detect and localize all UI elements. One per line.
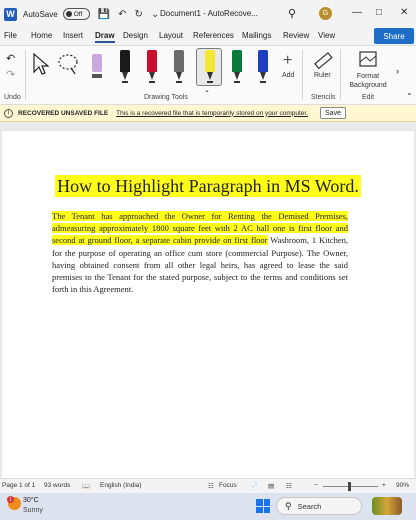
undo-icon[interactable]: ↶: [118, 9, 126, 20]
save-icon[interactable]: 💾: [98, 9, 110, 20]
redo-ribbon-icon[interactable]: ↷: [6, 68, 15, 81]
select-cursor-icon[interactable]: [31, 52, 49, 76]
group-label-drawing-tools: Drawing Tools: [144, 94, 188, 101]
red-pen-body: [147, 50, 157, 72]
pencil-body: [174, 50, 184, 72]
toggle-knob: [65, 11, 72, 17]
info-icon: i: [4, 108, 13, 118]
redo-icon[interactable]: ↻: [135, 9, 143, 20]
page-count[interactable]: Page 1 of 1: [2, 482, 35, 489]
read-mode-icon[interactable]: 📄: [250, 482, 258, 490]
autosave-label: AutoSave: [23, 9, 58, 19]
print-layout-icon[interactable]: ▤: [268, 482, 274, 490]
windows-start-icon[interactable]: [256, 499, 270, 513]
blue-pen-icon[interactable]: [252, 50, 272, 84]
eraser-icon[interactable]: [86, 50, 106, 84]
black-pen-body: [120, 50, 130, 72]
group-label-edit: Edit: [362, 94, 375, 101]
customize-toolbar-icon[interactable]: ⌄: [151, 9, 159, 20]
ribbon-separator: [302, 50, 303, 100]
black-pen-icon[interactable]: [114, 50, 134, 84]
heading-highlight: How to Highlight Paragraph in MS Word.: [55, 175, 361, 197]
collapse-ribbon-icon[interactable]: ⌄: [406, 88, 413, 97]
maximize-icon[interactable]: □: [376, 7, 382, 18]
red-pen-icon[interactable]: [141, 50, 161, 84]
tab-references[interactable]: References: [193, 31, 234, 40]
web-layout-icon[interactable]: ☷: [286, 482, 292, 490]
proofing-icon[interactable]: 📖: [82, 482, 90, 490]
ribbon-separator: [340, 50, 341, 100]
format-background-label: Format Background: [349, 73, 387, 89]
tab-review[interactable]: Review: [283, 31, 309, 40]
zoom-in-icon[interactable]: +: [382, 482, 386, 489]
close-icon[interactable]: ✕: [400, 7, 408, 18]
status-bar: Page 1 of 1 93 words 📖 English (India) ☷…: [0, 478, 416, 493]
tab-mailings[interactable]: Mailings: [242, 31, 271, 40]
taskbar-search[interactable]: ⚲ Search: [276, 497, 362, 515]
share-button[interactable]: Share: [374, 28, 414, 44]
infobar-save-label: Save: [325, 109, 341, 117]
focus-icon[interactable]: ☷: [208, 482, 214, 490]
taskbar-search-icon: ⚲: [285, 500, 292, 511]
tab-draw[interactable]: Draw: [95, 31, 115, 43]
blue-pen-body: [258, 50, 268, 72]
focus-mode[interactable]: Focus: [219, 482, 237, 489]
language-status[interactable]: English (India): [100, 482, 142, 489]
group-label-stencils: Stencils: [311, 94, 336, 101]
zoom-level[interactable]: 90%: [396, 482, 409, 489]
weather-condition[interactable]: Sunny: [23, 507, 43, 514]
avatar[interactable]: G: [319, 7, 332, 20]
autosave-toggle[interactable]: Off: [62, 8, 90, 20]
tab-design[interactable]: Design: [123, 31, 148, 40]
undo-ribbon-icon[interactable]: ↶: [6, 52, 15, 65]
yellow-highlighter-body: [205, 50, 215, 72]
ribbon-separator: [25, 50, 26, 100]
temperature[interactable]: 30°C: [23, 497, 39, 504]
search-icon[interactable]: ⚲: [288, 7, 296, 20]
recovered-file-infobar: i RECOVERED UNSAVED FILE This is a recov…: [0, 105, 416, 122]
ribbon-scroll-right-icon[interactable]: ›: [396, 66, 399, 76]
notification-badge: 1: [7, 496, 14, 503]
document-canvas[interactable]: How to Highlight Paragraph in MS Word. T…: [0, 122, 416, 478]
tab-home[interactable]: Home: [31, 31, 52, 40]
add-pen-icon[interactable]: +: [283, 52, 292, 70]
add-pen-label: Add: [282, 72, 295, 79]
green-pen-body: [232, 50, 242, 72]
document-heading[interactable]: How to Highlight Paragraph in MS Word.: [2, 175, 414, 197]
ruler-label: Ruler: [314, 72, 331, 79]
group-label-undo: Undo: [4, 94, 21, 101]
tab-insert[interactable]: Insert: [63, 31, 83, 40]
format-background-icon[interactable]: [358, 50, 378, 70]
word-logo-icon: W: [4, 7, 17, 21]
ribbon: ↶ ↷ Undo ⌄ + Add Drawing Tools Ruler Ste…: [0, 45, 416, 105]
pencil-icon[interactable]: [168, 50, 188, 84]
lasso-select-icon[interactable]: [57, 52, 81, 76]
pen-options-chevron-icon[interactable]: ⌄: [204, 86, 210, 94]
word-count[interactable]: 93 words: [44, 482, 70, 489]
yellow-highlighter-icon[interactable]: [199, 50, 219, 84]
share-label: Share: [383, 31, 405, 41]
tab-view[interactable]: View: [318, 31, 335, 40]
zoom-thumb[interactable]: [348, 482, 351, 491]
infobar-save-button[interactable]: Save: [320, 107, 346, 119]
ruler-icon[interactable]: [313, 51, 333, 71]
green-pen-icon[interactable]: [226, 50, 246, 84]
menu-bar: File Home Insert Draw Design Layout Refe…: [0, 28, 416, 45]
document-paragraph[interactable]: The Tenant has approached the Owner for …: [52, 210, 348, 295]
minimize-icon[interactable]: —: [352, 7, 362, 18]
autosave-state: Off: [73, 10, 83, 18]
zoom-out-icon[interactable]: −: [314, 482, 318, 489]
search-highlight-image[interactable]: [372, 497, 402, 515]
tab-file[interactable]: File: [4, 31, 17, 40]
tab-layout[interactable]: Layout: [159, 31, 183, 40]
document-title: Document1 - AutoRecove...: [160, 9, 258, 18]
document-page[interactable]: How to Highlight Paragraph in MS Word. T…: [2, 131, 414, 478]
infobar-message[interactable]: This is a recovered file that is tempora…: [116, 110, 308, 117]
infobar-title: RECOVERED UNSAVED FILE: [18, 109, 109, 117]
taskbar: 1 30°C Sunny ⚲ Search: [0, 493, 416, 520]
taskbar-search-placeholder: Search: [297, 501, 322, 511]
